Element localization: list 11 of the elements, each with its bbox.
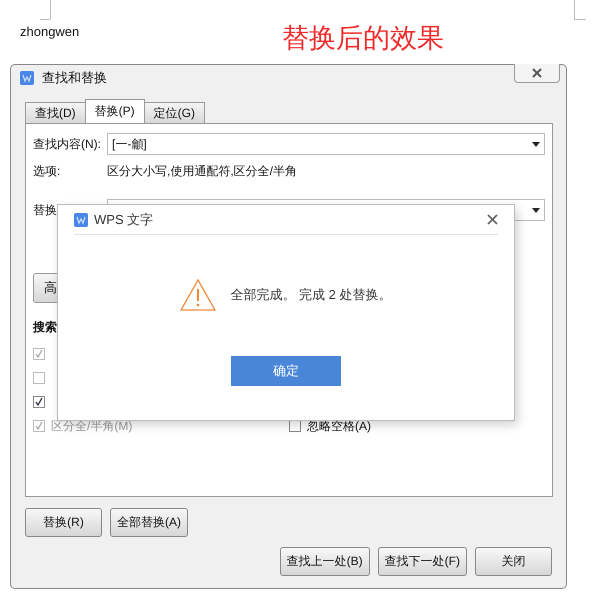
- section-label: 搜索: [33, 319, 58, 336]
- options-text: 区分大小写,使用通配符,区分全/半角: [107, 162, 298, 180]
- document-heading: 替换后的效果: [282, 22, 444, 55]
- options-label: 选项:: [33, 162, 62, 180]
- message-text: 全部完成。 完成 2 处替换。: [230, 286, 392, 304]
- document-text: zhongwen: [20, 24, 80, 39]
- message-title: WPS 文字: [94, 210, 154, 228]
- checkbox-label: 忽略空格(A): [307, 418, 371, 434]
- field-label: 查找内容(N):: [33, 136, 102, 152]
- dialog-title: 查找和替换: [42, 69, 107, 87]
- field-label: 替换: [33, 202, 58, 218]
